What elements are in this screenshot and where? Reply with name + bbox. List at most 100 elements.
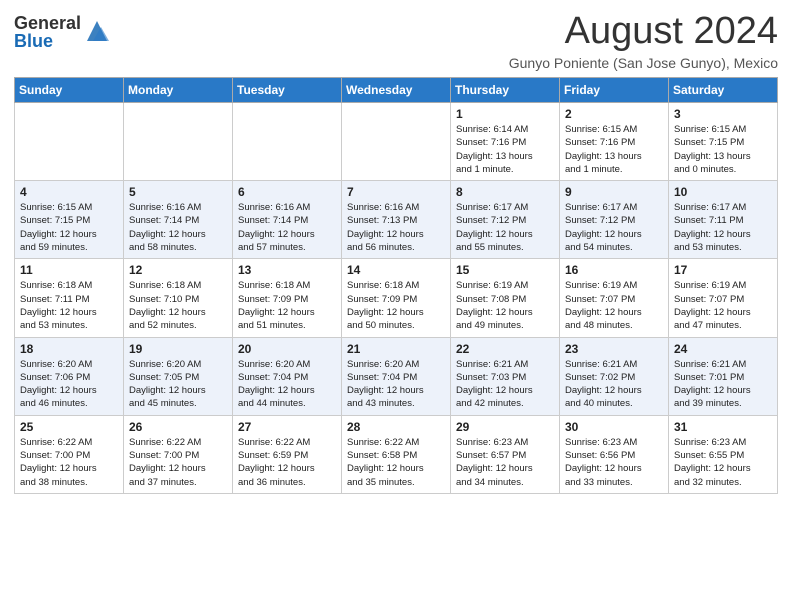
day-number: 6 [238,185,336,199]
weekday-sunday: Sunday [15,78,124,103]
calendar-cell: 18Sunrise: 6:20 AM Sunset: 7:06 PM Dayli… [15,337,124,415]
calendar: SundayMondayTuesdayWednesdayThursdayFrid… [14,77,778,494]
calendar-cell: 9 Sunrise: 6:17 AM Sunset: 7:12 PM Daylig… [560,181,669,259]
weekday-saturday: Saturday [669,78,778,103]
day-info: Sunrise: 6:21 AM Sunset: 7:03 PM Dayligh… [456,358,554,411]
calendar-cell: 7 Sunrise: 6:16 AM Sunset: 7:13 PM Daylig… [342,181,451,259]
day-number: 25 [20,420,118,434]
calendar-cell: 31 Sunrise: 6:23 AM Sunset: 6:55 PM Dayli… [669,415,778,493]
calendar-cell [124,103,233,181]
day-info: Sunrise: 6:17 AM Sunset: 7:12 PM Dayligh… [456,201,554,254]
day-info: Sunrise: 6:15 AM Sunset: 7:15 PM Dayligh… [674,123,772,176]
day-info: Sunrise: 6:15 AM Sunset: 7:15 PM Dayligh… [20,201,118,254]
day-number: 8 [456,185,554,199]
weekday-tuesday: Tuesday [233,78,342,103]
day-number: 5 [129,185,227,199]
day-number: 22 [456,342,554,356]
calendar-cell: 6 Sunrise: 6:16 AM Sunset: 7:14 PM Daylig… [233,181,342,259]
day-info: Sunrise: 6:16 AM Sunset: 7:14 PM Dayligh… [129,201,227,254]
day-number: 10 [674,185,772,199]
calendar-cell: 29 Sunrise: 6:23 AM Sunset: 6:57 PM Dayli… [451,415,560,493]
day-number: 9 [565,185,663,199]
weekday-wednesday: Wednesday [342,78,451,103]
day-number: 31 [674,420,772,434]
day-info: Sunrise: 6:18 AM Sunset: 7:10 PM Dayligh… [129,279,227,332]
calendar-cell: 28Sunrise: 6:22 AM Sunset: 6:58 PM Dayli… [342,415,451,493]
day-number: 28 [347,420,445,434]
header: General Blue August 2024 Gunyo Poniente … [14,10,778,71]
day-number: 1 [456,107,554,121]
day-number: 13 [238,263,336,277]
day-info: Sunrise: 6:20 AM Sunset: 7:04 PM Dayligh… [347,358,445,411]
calendar-cell: 20 Sunrise: 6:20 AM Sunset: 7:04 PM Dayli… [233,337,342,415]
day-info: Sunrise: 6:16 AM Sunset: 7:13 PM Dayligh… [347,201,445,254]
calendar-cell: 11Sunrise: 6:18 AM Sunset: 7:11 PM Dayli… [15,259,124,337]
day-info: Sunrise: 6:18 AM Sunset: 7:09 PM Dayligh… [347,279,445,332]
month-title: August 2024 [509,10,778,53]
day-info: Sunrise: 6:20 AM Sunset: 7:05 PM Dayligh… [129,358,227,411]
calendar-cell [342,103,451,181]
day-info: Sunrise: 6:23 AM Sunset: 6:57 PM Dayligh… [456,436,554,489]
day-number: 17 [674,263,772,277]
calendar-cell: 2 Sunrise: 6:15 AM Sunset: 7:16 PM Daylig… [560,103,669,181]
location-subtitle: Gunyo Poniente (San Jose Gunyo), Mexico [509,55,778,71]
day-info: Sunrise: 6:20 AM Sunset: 7:04 PM Dayligh… [238,358,336,411]
day-number: 3 [674,107,772,121]
logo-general: General [14,14,81,32]
day-info: Sunrise: 6:23 AM Sunset: 6:55 PM Dayligh… [674,436,772,489]
weekday-friday: Friday [560,78,669,103]
calendar-cell: 24 Sunrise: 6:21 AM Sunset: 7:01 PM Dayli… [669,337,778,415]
day-number: 26 [129,420,227,434]
logo-blue: Blue [14,32,81,50]
calendar-cell: 5 Sunrise: 6:16 AM Sunset: 7:14 PM Daylig… [124,181,233,259]
calendar-cell: 25 Sunrise: 6:22 AM Sunset: 7:00 PM Dayli… [15,415,124,493]
day-info: Sunrise: 6:22 AM Sunset: 6:59 PM Dayligh… [238,436,336,489]
day-info: Sunrise: 6:19 AM Sunset: 7:07 PM Dayligh… [565,279,663,332]
calendar-cell: 16 Sunrise: 6:19 AM Sunset: 7:07 PM Dayli… [560,259,669,337]
day-number: 19 [129,342,227,356]
calendar-cell: 27 Sunrise: 6:22 AM Sunset: 6:59 PM Dayli… [233,415,342,493]
calendar-cell [15,103,124,181]
day-info: Sunrise: 6:16 AM Sunset: 7:14 PM Dayligh… [238,201,336,254]
day-number: 24 [674,342,772,356]
calendar-cell: 3 Sunrise: 6:15 AM Sunset: 7:15 PM Daylig… [669,103,778,181]
weekday-header-row: SundayMondayTuesdayWednesdayThursdayFrid… [15,78,778,103]
calendar-cell: 13 Sunrise: 6:18 AM Sunset: 7:09 PM Dayli… [233,259,342,337]
day-info: Sunrise: 6:19 AM Sunset: 7:08 PM Dayligh… [456,279,554,332]
calendar-cell: 4Sunrise: 6:15 AM Sunset: 7:15 PM Daylig… [15,181,124,259]
calendar-cell [233,103,342,181]
calendar-cell: 8 Sunrise: 6:17 AM Sunset: 7:12 PM Daylig… [451,181,560,259]
day-number: 2 [565,107,663,121]
logo-text: General Blue [14,14,81,50]
day-info: Sunrise: 6:22 AM Sunset: 7:00 PM Dayligh… [20,436,118,489]
day-info: Sunrise: 6:17 AM Sunset: 7:11 PM Dayligh… [674,201,772,254]
day-info: Sunrise: 6:21 AM Sunset: 7:01 PM Dayligh… [674,358,772,411]
day-info: Sunrise: 6:18 AM Sunset: 7:09 PM Dayligh… [238,279,336,332]
calendar-cell: 30Sunrise: 6:23 AM Sunset: 6:56 PM Dayli… [560,415,669,493]
calendar-cell: 17Sunrise: 6:19 AM Sunset: 7:07 PM Dayli… [669,259,778,337]
calendar-cell: 10 Sunrise: 6:17 AM Sunset: 7:11 PM Dayli… [669,181,778,259]
week-row-5: 25 Sunrise: 6:22 AM Sunset: 7:00 PM Dayli… [15,415,778,493]
day-number: 27 [238,420,336,434]
logo-icon [83,17,111,45]
day-number: 16 [565,263,663,277]
day-number: 23 [565,342,663,356]
day-number: 20 [238,342,336,356]
day-info: Sunrise: 6:17 AM Sunset: 7:12 PM Dayligh… [565,201,663,254]
day-number: 14 [347,263,445,277]
week-row-4: 18Sunrise: 6:20 AM Sunset: 7:06 PM Dayli… [15,337,778,415]
day-number: 29 [456,420,554,434]
day-info: Sunrise: 6:22 AM Sunset: 7:00 PM Dayligh… [129,436,227,489]
day-number: 7 [347,185,445,199]
day-number: 30 [565,420,663,434]
day-number: 18 [20,342,118,356]
weekday-monday: Monday [124,78,233,103]
day-info: Sunrise: 6:18 AM Sunset: 7:11 PM Dayligh… [20,279,118,332]
day-number: 12 [129,263,227,277]
weekday-thursday: Thursday [451,78,560,103]
calendar-cell: 19 Sunrise: 6:20 AM Sunset: 7:05 PM Dayli… [124,337,233,415]
calendar-cell: 12 Sunrise: 6:18 AM Sunset: 7:10 PM Dayli… [124,259,233,337]
calendar-cell: 21Sunrise: 6:20 AM Sunset: 7:04 PM Dayli… [342,337,451,415]
calendar-cell: 26 Sunrise: 6:22 AM Sunset: 7:00 PM Dayli… [124,415,233,493]
day-info: Sunrise: 6:15 AM Sunset: 7:16 PM Dayligh… [565,123,663,176]
